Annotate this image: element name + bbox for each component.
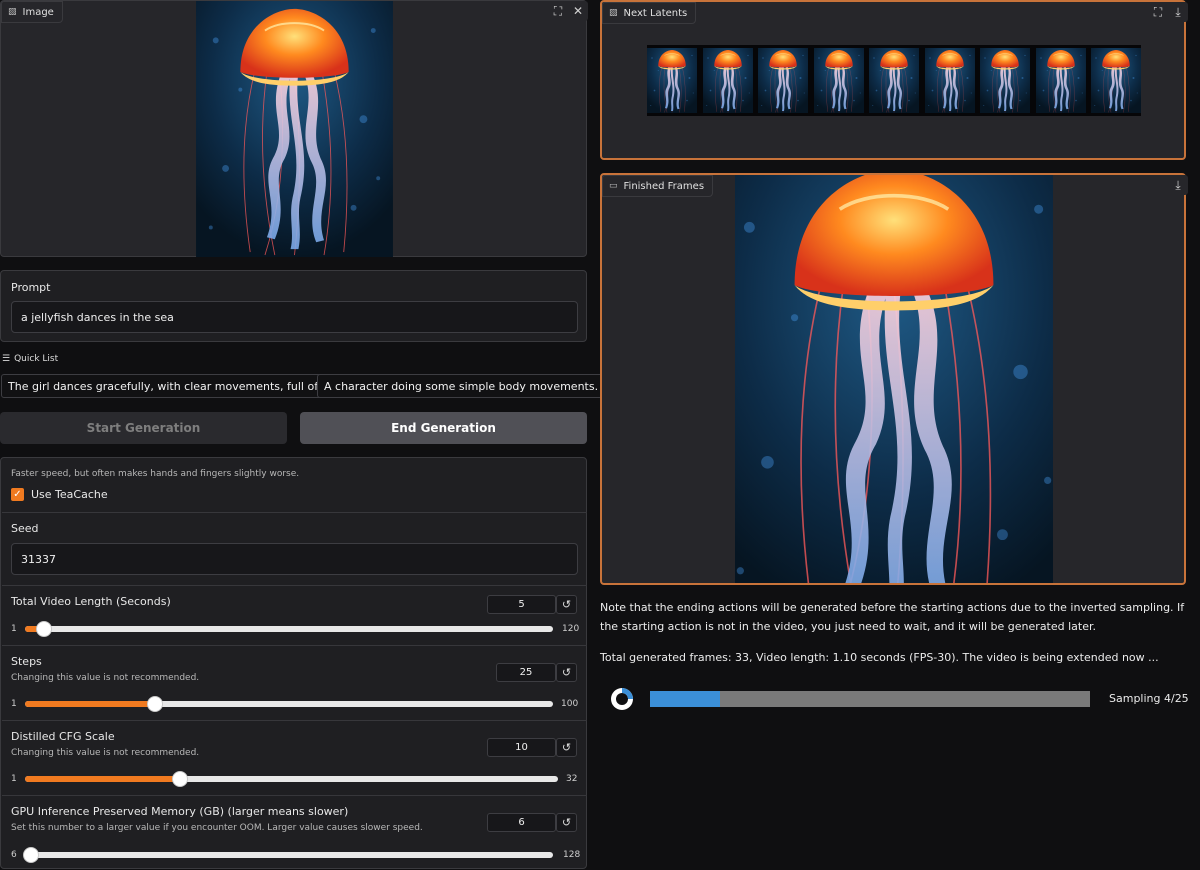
slider-max: 100 bbox=[561, 699, 579, 709]
next-latents-panel: ▧ Next Latents ⛶ ⤓ bbox=[600, 0, 1188, 160]
slider-fill bbox=[25, 701, 155, 707]
teacache-checkbox-row[interactable]: ✓ Use TeaCache bbox=[11, 488, 108, 501]
quick-list-item[interactable]: A character doing some simple body movem… bbox=[317, 374, 606, 398]
seed-section: Seed 31337 bbox=[2, 512, 587, 585]
reset-icon[interactable]: ↺ bbox=[556, 813, 577, 832]
seed-input[interactable]: 31337 bbox=[11, 543, 578, 575]
reset-icon[interactable]: ↺ bbox=[556, 595, 577, 614]
slider-max: 120 bbox=[562, 624, 580, 634]
progress-bar bbox=[650, 691, 1090, 707]
quick-list-label-row: ☰ Quick List bbox=[2, 354, 58, 364]
teacache-info: Faster speed, but often makes hands and … bbox=[11, 469, 300, 479]
slider-label: Steps bbox=[11, 655, 42, 668]
latent-frame bbox=[1091, 47, 1141, 114]
seed-label: Seed bbox=[11, 522, 39, 535]
settings-panel: Faster speed, but often makes hands and … bbox=[0, 457, 587, 869]
latent-frame bbox=[924, 47, 975, 114]
reset-icon[interactable]: ↺ bbox=[556, 738, 577, 757]
slider-thumb[interactable] bbox=[146, 696, 163, 712]
steps-number-input[interactable]: 25 bbox=[496, 663, 556, 682]
uploaded-image[interactable] bbox=[192, 1, 397, 257]
steps-slider[interactable] bbox=[25, 696, 553, 712]
ordering-note: Note that the ending actions will be gen… bbox=[600, 601, 1185, 633]
slider-min: 1 bbox=[11, 699, 17, 709]
teacache-label: Use TeaCache bbox=[31, 488, 108, 501]
image-label: Image bbox=[22, 6, 54, 18]
slider-info: Changing this value is not recommended. bbox=[11, 673, 200, 683]
quick-list-item[interactable]: The girl dances gracefully, with clear m… bbox=[1, 374, 367, 398]
latent-frame bbox=[869, 47, 919, 114]
spinner-icon bbox=[611, 688, 633, 710]
prompt-input[interactable]: a jellyfish dances in the sea bbox=[11, 301, 578, 333]
status-note: Total generated frames: 33, Video length… bbox=[600, 651, 1159, 664]
slider-min: 1 bbox=[11, 624, 17, 634]
slider-label: Total Video Length (Seconds) bbox=[11, 595, 171, 608]
slider-fill bbox=[25, 776, 180, 782]
fullscreen-icon[interactable]: ⛶ bbox=[548, 1, 568, 21]
reset-icon[interactable]: ↺ bbox=[556, 663, 577, 682]
latent-strip bbox=[647, 45, 1141, 116]
close-icon[interactable]: ✕ bbox=[568, 1, 588, 21]
cfg-scale-number-input[interactable]: 10 bbox=[487, 738, 556, 757]
image-icon: ▧ bbox=[609, 8, 618, 18]
finished-frames-panel: ▭ Finished Frames ⤓ bbox=[600, 173, 1188, 585]
slider-max: 128 bbox=[563, 850, 581, 860]
cfg-scale-section: Distilled CFG Scale Changing this value … bbox=[2, 720, 587, 795]
finished-video[interactable] bbox=[735, 175, 1053, 583]
start-generation-button[interactable]: Start Generation bbox=[0, 412, 287, 444]
finished-frames-label: Finished Frames bbox=[623, 180, 705, 192]
latent-frame bbox=[1035, 47, 1086, 114]
download-icon[interactable]: ⤓ bbox=[1168, 2, 1188, 22]
latent-frame bbox=[813, 47, 864, 114]
fullscreen-icon[interactable]: ⛶ bbox=[1148, 2, 1168, 22]
slider-min: 1 bbox=[11, 774, 17, 784]
next-latents-label-chip: ▧ Next Latents bbox=[602, 2, 697, 24]
latent-frame bbox=[647, 47, 697, 114]
latent-frame bbox=[758, 47, 808, 114]
image-label-chip: ▧ Image bbox=[1, 1, 63, 23]
latent-frame bbox=[702, 47, 753, 114]
gpu-memory-slider[interactable] bbox=[23, 847, 553, 863]
progress-label: Sampling 4/25 bbox=[1109, 692, 1189, 705]
slider-thumb[interactable] bbox=[36, 621, 52, 637]
slider-info: Set this number to a larger value if you… bbox=[11, 823, 423, 833]
video-length-section: Total Video Length (Seconds) 5 ↺ 1 120 bbox=[2, 585, 587, 645]
prompt-block: Prompt a jellyfish dances in the sea bbox=[0, 270, 587, 342]
teacache-checkbox[interactable]: ✓ bbox=[11, 488, 24, 501]
slider-thumb[interactable] bbox=[171, 771, 188, 787]
cfg-scale-slider[interactable] bbox=[25, 771, 558, 787]
slider-label: Distilled CFG Scale bbox=[11, 730, 115, 743]
quick-list-label: Quick List bbox=[14, 354, 59, 364]
next-latents-label: Next Latents bbox=[623, 7, 688, 19]
steps-section: Steps Changing this value is not recomme… bbox=[2, 645, 587, 720]
slider-label: GPU Inference Preserved Memory (GB) (lar… bbox=[11, 805, 349, 818]
progress-fill bbox=[650, 691, 721, 707]
slider-max: 32 bbox=[566, 774, 578, 784]
video-length-number-input[interactable]: 5 bbox=[487, 595, 556, 614]
image-icon: ▧ bbox=[8, 7, 17, 17]
gpu-memory-number-input[interactable]: 6 bbox=[487, 813, 556, 832]
list-icon: ☰ bbox=[2, 354, 11, 364]
download-icon[interactable]: ⤓ bbox=[1168, 175, 1188, 195]
check-icon: ✓ bbox=[13, 489, 22, 500]
slider-info: Changing this value is not recommended. bbox=[11, 748, 200, 758]
finished-frames-label-chip: ▭ Finished Frames bbox=[602, 175, 714, 197]
gpu-memory-section: GPU Inference Preserved Memory (GB) (lar… bbox=[2, 795, 587, 870]
slider-thumb[interactable] bbox=[23, 847, 39, 863]
image-panel: ▧ Image ⛶ ✕ bbox=[0, 0, 588, 257]
end-generation-button[interactable]: End Generation bbox=[300, 412, 587, 444]
prompt-label: Prompt bbox=[11, 281, 51, 294]
video-length-slider[interactable] bbox=[25, 621, 553, 637]
video-icon: ▭ bbox=[609, 181, 618, 191]
latent-frame bbox=[980, 47, 1030, 114]
slider-min: 6 bbox=[11, 850, 17, 860]
